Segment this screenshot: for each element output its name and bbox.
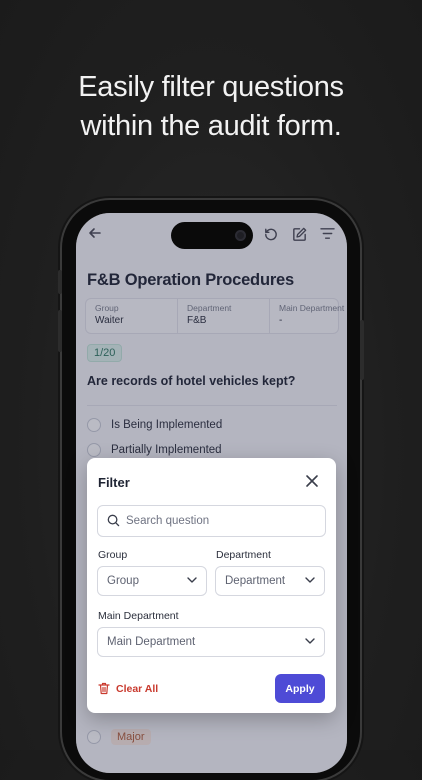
trash-icon <box>98 682 110 695</box>
chevron-down-icon <box>187 577 197 583</box>
clear-all-label: Clear All <box>116 682 159 695</box>
clear-all-button[interactable]: Clear All <box>98 682 158 695</box>
headline-line-2: within the audit form. <box>80 110 342 142</box>
filter-modal: Filter Group Department Group Department… <box>87 458 336 713</box>
select-value: Group <box>107 575 139 587</box>
group-select[interactable]: Group <box>97 566 207 596</box>
apply-button[interactable]: Apply <box>275 674 325 703</box>
main-department-label: Main Department <box>98 610 179 622</box>
modal-title: Filter <box>98 475 130 490</box>
department-select[interactable]: Department <box>215 566 325 596</box>
main-department-select[interactable]: Main Department <box>97 627 325 657</box>
search-field[interactable] <box>97 505 326 537</box>
close-icon[interactable] <box>305 474 319 488</box>
phone-side-button <box>58 310 62 352</box>
camera <box>235 230 246 241</box>
marketing-headline: Easily filter questions within the audit… <box>0 68 422 146</box>
phone-side-button <box>360 320 364 380</box>
chevron-down-icon <box>305 638 315 644</box>
select-value: Main Department <box>107 636 196 648</box>
headline-line-1: Easily filter questions <box>78 71 344 103</box>
chevron-down-icon <box>305 577 315 583</box>
phone-side-button <box>58 270 62 294</box>
group-label: Group <box>98 549 128 561</box>
select-value: Department <box>225 575 286 587</box>
search-icon <box>107 514 120 527</box>
department-label: Department <box>216 549 271 561</box>
search-input[interactable] <box>126 511 316 531</box>
dynamic-island <box>171 222 253 249</box>
